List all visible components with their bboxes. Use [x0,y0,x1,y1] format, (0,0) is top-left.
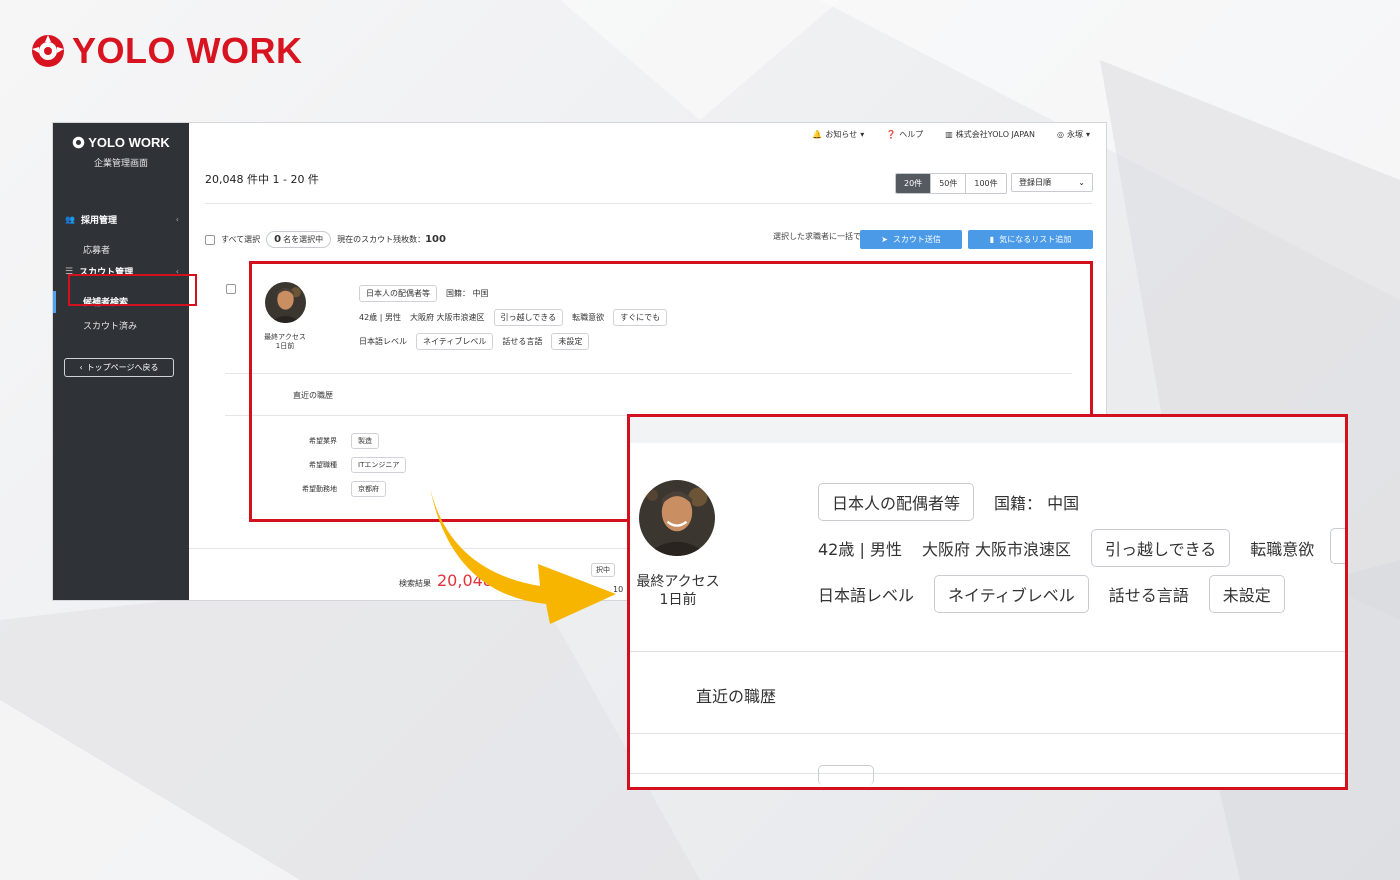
per-page-100[interactable]: 100件 [966,174,1006,193]
nationality: 国籍： 中国 [994,490,1079,514]
divider [205,203,1092,204]
send-icon: ➤ [881,235,888,244]
divider [630,773,1345,774]
arrow-icon [430,488,616,624]
last-access-value: 1日前 [659,592,697,608]
nationality-label: 国籍： [994,494,1043,513]
last-access-label: 最終アクセス [636,574,720,590]
topbar: 🔔 お知らせ ▾ ❓ ヘルプ ▥ 株式会社YOLO JAPAN ◎ 永塚 ▾ [189,123,1106,145]
age-gender: 42歳 | 男性 [818,540,902,559]
select-all-checkbox[interactable] [205,234,215,245]
back-to-top-button[interactable]: ‹ トップページへ戻る [64,358,174,377]
person-icon [639,480,715,556]
company-label: 株式会社YOLO JAPAN [955,129,1035,139]
active-indicator [53,291,56,313]
candidate-checkbox[interactable] [226,284,236,294]
scout-send-label: スカウト送信 [892,235,941,244]
nationality-value: 中国 [1047,494,1080,513]
scout-send-button[interactable]: ➤ スカウト送信 [860,230,962,249]
selected-count-pill: 0 名を選択中 [266,231,332,248]
divider [630,733,1345,734]
zoom-panel: 最終アクセス 1日前 日本人の配偶者等 国籍： 中国 42歳 | 男性 大阪府 … [627,414,1348,790]
caret-down-icon: ▾ [860,129,865,139]
building-icon: ▥ [945,129,953,139]
bulk-action-label: 選択した求職者に一括で [773,232,861,241]
relocate-tag: 引っ越しできる [1091,529,1231,567]
sidebar-group-recruit[interactable]: 👥 採用管理 [65,213,117,226]
result-count: 20,048 件中 1 - 20 件 [205,173,319,186]
cut-off-tag [1330,528,1345,564]
highlight-sidebar-item [68,274,197,306]
brand-crest-icon [32,35,64,67]
remaining-scouts: 現在のスカウト残枚数：100 [337,234,446,245]
company-menu[interactable]: ▥ 株式会社YOLO JAPAN [945,129,1035,140]
sidebar-logo-text: YOLO WORK [88,135,170,150]
sidebar: YOLO WORK 企業管理画面 👥 採用管理 ‹ 応募者 ☰ スカウト管理 ‹… [53,123,189,600]
per-page-toggle: 20件 50件 100件 [895,173,1007,194]
age: 42歳 [818,540,855,559]
location: 大阪府 大阪市浪速区 [921,540,1072,559]
selected-count: 0 [274,234,282,245]
languages-tag: 未設定 [1208,575,1285,613]
candidate-avatar-zoom[interactable] [639,480,715,556]
gender: 男性 [869,540,902,559]
help-label: ヘルプ [899,129,924,139]
languages-label: 話せる言語 [1108,586,1189,605]
bookmark-icon: ▮ [989,235,995,244]
cut-off-tag [818,765,874,785]
help-link[interactable]: ❓ ヘルプ [886,129,923,140]
selected-suffix: 名を選択中 [283,235,324,244]
bell-icon: 🔔 [812,129,823,139]
sidebar-logo[interactable]: YOLO WORK [53,135,189,150]
back-to-top-label: トップページへ戻る [86,363,159,372]
japanese-label: 日本語レベル [818,586,915,605]
users-icon: 👥 [65,215,75,224]
last-access-zoom: 最終アクセス 1日前 [630,573,726,609]
chevron-down-icon: ⌄ [1078,178,1085,187]
selection-bar: すべて選択 0 名を選択中 現在のスカウト残枚数：100 [205,231,446,248]
chevron-left-icon: ‹ [79,363,83,372]
zoom-row-2: 42歳 | 男性 大阪府 大阪市浪速区 引っ越しできる 転職意欲 [818,529,1314,567]
crest-icon [72,136,85,149]
user-label: 永塚 [1066,129,1083,139]
japanese-level-tag: ネイティブレベル [934,575,1089,613]
chevron-left-icon: ‹ [175,215,179,224]
notifications-label: お知らせ [825,129,858,139]
sidebar-group-label: 採用管理 [80,216,117,226]
help-icon: ❓ [886,129,897,139]
recent-career-label: 直近の職歴 [696,687,777,706]
brand-logo: YOLO WORK [30,30,302,72]
sort-select[interactable]: 登録日順 ⌄ [1011,173,1093,192]
zoom-row-3: 日本語レベル ネイティブレベル 話せる言語 未設定 [818,575,1285,613]
remaining-label: 現在のスカウト残枚数： [337,235,426,244]
brand-name: YOLO WORK [72,30,303,71]
divider [630,651,1345,652]
visa-tag: 日本人の配偶者等 [818,483,975,521]
per-page-50[interactable]: 50件 [931,174,967,193]
per-page-20[interactable]: 20件 [896,174,932,193]
add-favorite-label: 気になるリスト追加 [999,235,1072,244]
job-change-label: 転職意欲 [1250,540,1315,559]
caret-down-icon: ▾ [1085,129,1090,139]
user-icon: ◎ [1057,129,1064,139]
zoom-top-strip [630,417,1345,443]
sidebar-subtitle: 企業管理画面 [93,159,148,169]
zoom-row-1: 日本人の配偶者等 国籍： 中国 [818,483,1079,521]
add-favorite-button[interactable]: ▮ 気になるリスト追加 [968,230,1093,249]
sidebar-item-scouted[interactable]: スカウト済み [83,319,137,332]
remaining-value: 100 [425,234,446,245]
sort-value: 登録日順 [1019,178,1051,187]
sidebar-item-applicants[interactable]: 応募者 [83,243,110,256]
user-menu[interactable]: ◎ 永塚 ▾ [1057,129,1090,140]
notifications-menu[interactable]: 🔔 お知らせ ▾ [812,129,864,140]
select-all-label: すべて選択 [221,235,261,244]
